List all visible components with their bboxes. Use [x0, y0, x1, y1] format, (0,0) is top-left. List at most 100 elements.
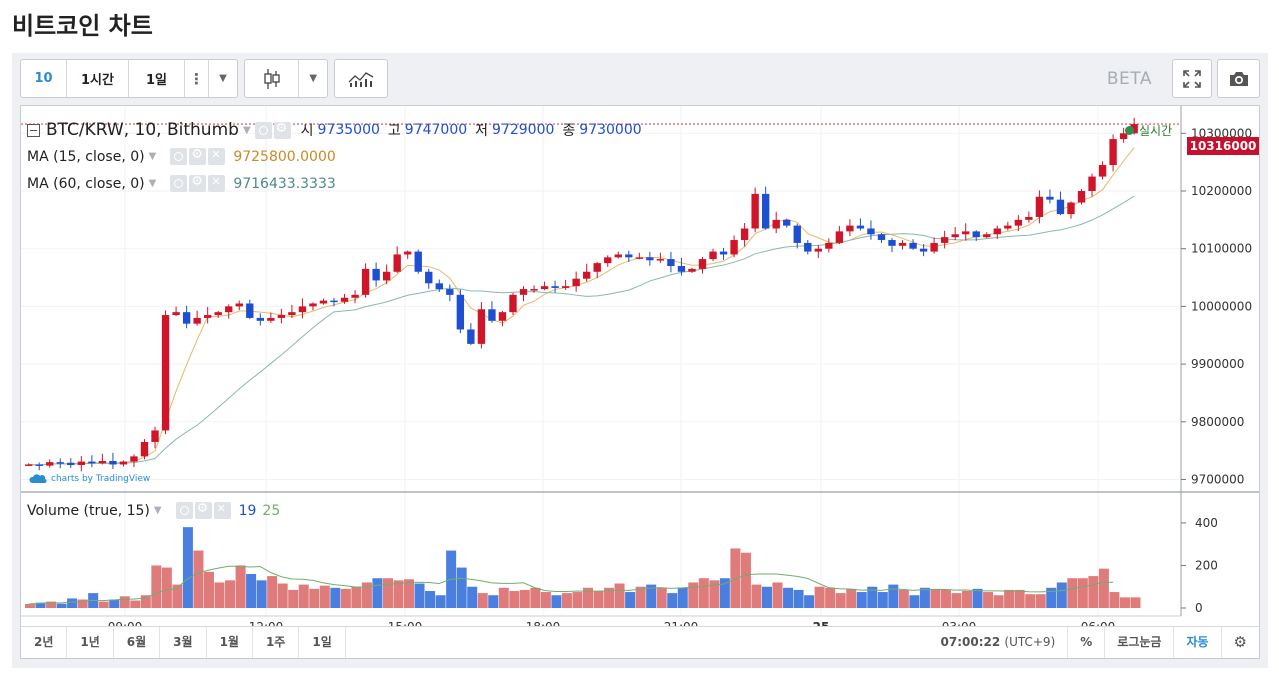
range-button-2[interactable]: 6월 — [114, 627, 161, 658]
ma60-caret-icon[interactable]: ▼ — [149, 178, 157, 189]
range-button-3[interactable]: 3월 — [160, 627, 207, 658]
volume-bar — [983, 592, 994, 608]
volume-bar — [109, 599, 120, 608]
chart-area[interactable]: 10300000 10200000 10100000 10000000 9900000 9… — [20, 105, 1260, 659]
interval-1d-button[interactable]: 1일 — [129, 60, 185, 97]
volume-bar — [319, 585, 330, 608]
interval-dropdown-icon[interactable]: ▼ — [209, 60, 237, 97]
candle-body — [740, 228, 749, 241]
more-intervals-icon[interactable]: ⋮ — [185, 60, 209, 97]
camera-icon[interactable] — [1218, 60, 1259, 97]
ma15-caret-icon[interactable]: ▼ — [149, 151, 157, 162]
range-button-4[interactable]: 1월 — [207, 627, 253, 658]
settings-icon[interactable] — [273, 121, 291, 139]
volume-bar — [825, 587, 836, 608]
ma60-settings-icon[interactable] — [189, 174, 207, 192]
ma15-remove-icon[interactable] — [208, 148, 226, 165]
volume-bar — [1130, 597, 1141, 608]
candle-body — [56, 462, 64, 464]
range-button-6[interactable]: 1일 — [299, 627, 346, 658]
tradingview-attribution[interactable]: charts by TradingView — [29, 474, 150, 484]
ma60-label[interactable]: MA (60, close, 0) — [27, 176, 145, 192]
symbol-label[interactable]: BTC/KRW, 10, Bithumb — [46, 120, 239, 140]
clock: 07:00:22 (UTC+9) — [929, 627, 1068, 658]
volume-bar — [561, 593, 572, 608]
candle-body — [783, 219, 791, 226]
clock-timezone: (UTC+9) — [1004, 635, 1056, 649]
volume-bar — [856, 592, 867, 608]
range-button-5[interactable]: 1주 — [253, 627, 300, 658]
volume-bar — [740, 552, 751, 608]
candle-body — [1067, 202, 1075, 215]
price-tick-label: 9700000 — [1191, 472, 1244, 486]
candle-body — [919, 248, 928, 252]
volume-bar — [488, 595, 499, 608]
candle-body — [677, 266, 686, 272]
volume-caret-icon[interactable]: ▼ — [154, 505, 162, 516]
candle-body — [498, 312, 507, 321]
candlestick-icon[interactable] — [245, 60, 300, 97]
volume-bar — [277, 583, 288, 608]
candle-body — [467, 329, 475, 344]
volume-value-1: 19 — [238, 502, 257, 519]
symbol-caret-icon[interactable]: ▼ — [243, 125, 251, 136]
volume-bar — [1109, 592, 1120, 608]
volume-bar — [551, 595, 562, 608]
interval-10-button[interactable]: 10 — [21, 60, 67, 97]
volume-bar — [993, 595, 1004, 608]
candle-body — [877, 234, 886, 241]
indicators-icon[interactable] — [335, 60, 387, 97]
interval-1h-button[interactable]: 1시간 — [67, 60, 129, 97]
volume-bar — [1067, 578, 1078, 608]
candle-body — [1035, 196, 1044, 217]
candle-body — [319, 300, 328, 304]
volume-label[interactable]: Volume (true, 15) — [27, 503, 150, 519]
range-button-0[interactable]: 2년 — [21, 627, 68, 658]
candle-body — [993, 228, 1001, 235]
candle-body — [540, 286, 549, 290]
range-button-1[interactable]: 1년 — [67, 627, 114, 658]
volume-visibility-icon[interactable] — [175, 502, 193, 519]
candle-body — [1098, 165, 1107, 177]
ma60-visibility-icon[interactable] — [170, 175, 188, 192]
candle-body — [793, 225, 801, 243]
close-value: 9730000 — [579, 122, 642, 138]
candle-body — [109, 461, 117, 465]
candle-body — [67, 462, 75, 466]
percent-scale-button[interactable]: % — [1067, 627, 1104, 658]
ma15-visibility-icon[interactable] — [170, 148, 188, 165]
candle-body — [635, 257, 644, 259]
ma60-value: 9716433.3333 — [233, 175, 336, 192]
chart-settings-gear-icon[interactable]: ⚙ — [1220, 627, 1259, 658]
chart-type-dropdown-icon[interactable]: ▼ — [299, 60, 327, 97]
ma15-label[interactable]: MA (15, close, 0) — [27, 149, 145, 165]
ma60-remove-icon[interactable] — [208, 175, 226, 192]
candle-body — [519, 289, 528, 295]
candle-body — [1088, 176, 1096, 191]
fullscreen-icon[interactable] — [1173, 60, 1211, 97]
candle-body — [951, 234, 959, 238]
volume-bar — [404, 579, 415, 608]
volume-bar — [877, 592, 888, 608]
volume-remove-icon[interactable] — [213, 502, 231, 519]
volume-bar — [246, 573, 257, 608]
last-price-tag: 10316000 — [1187, 137, 1259, 155]
open-label: 시 — [300, 123, 314, 139]
candle-body — [688, 268, 696, 272]
volume-bar — [519, 589, 530, 608]
fullscreen-group — [1172, 59, 1212, 98]
visibility-icon[interactable] — [254, 121, 272, 139]
volume-settings-icon[interactable] — [194, 501, 212, 519]
volume-bar — [203, 571, 214, 608]
log-scale-button[interactable]: 로그눈금 — [1104, 627, 1173, 658]
ma15-settings-icon[interactable] — [189, 147, 207, 165]
candle-body — [288, 312, 296, 316]
auto-scale-button[interactable]: 자동 — [1173, 627, 1220, 658]
price-tick-label: 10100000 — [1191, 242, 1252, 256]
range-buttons: 2년 1년 6월 3월 1월 1주 1일 — [21, 627, 346, 658]
candle-body — [35, 464, 43, 466]
candle-body — [551, 286, 559, 288]
candle-body — [846, 225, 854, 232]
collapse-legend-icon[interactable] — [27, 123, 40, 137]
candle-body — [88, 461, 96, 464]
